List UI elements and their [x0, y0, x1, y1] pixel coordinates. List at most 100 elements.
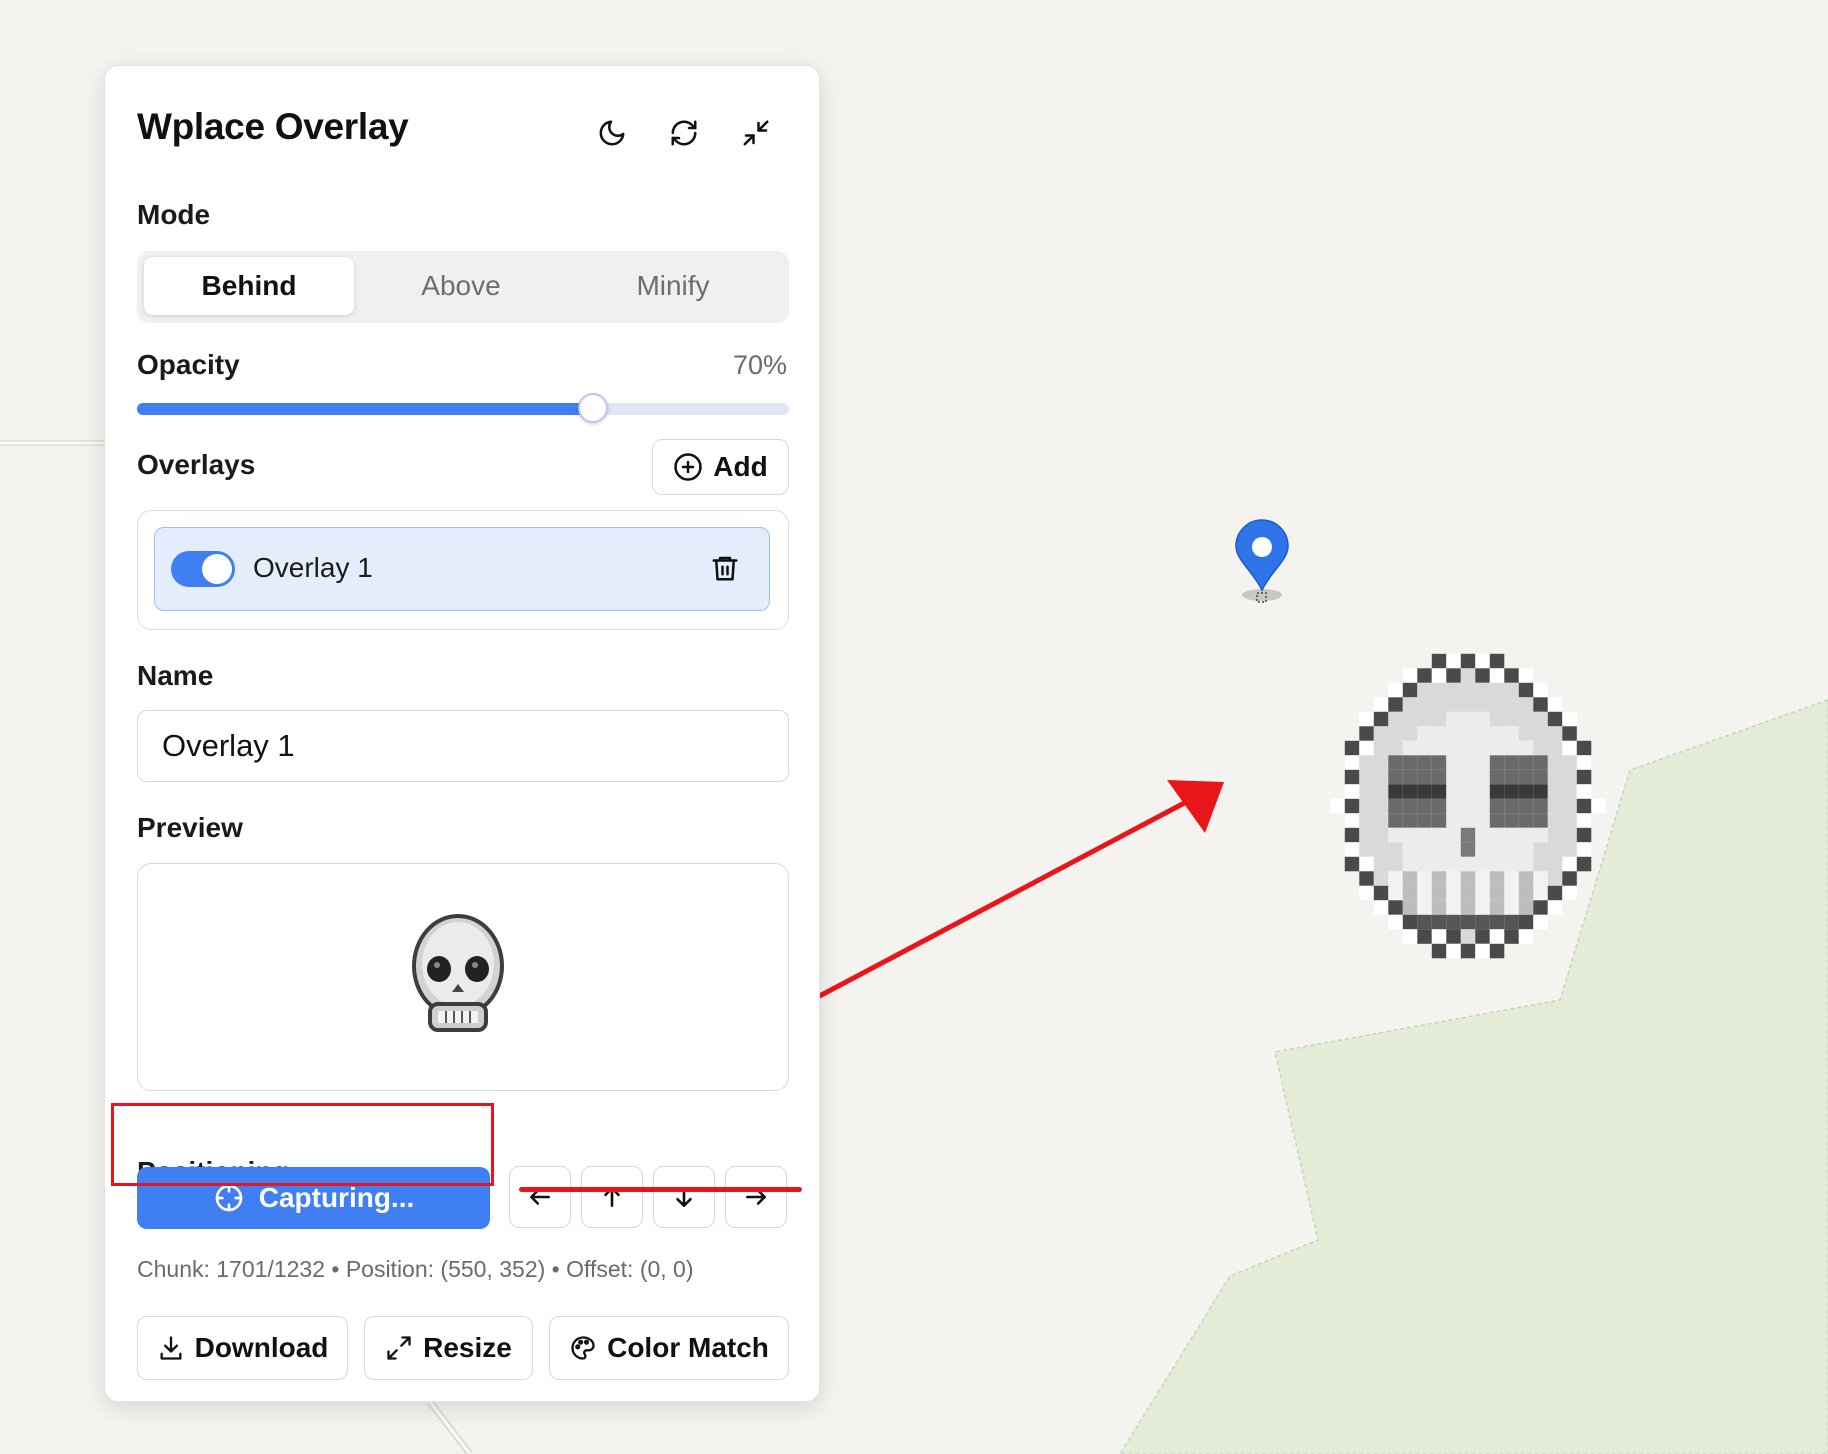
skull-pixel	[1460, 914, 1476, 930]
skull-pixel	[1475, 871, 1490, 886]
skull-pixel	[1446, 856, 1461, 872]
skull-pixel	[1576, 827, 1592, 843]
skull-pixel	[1460, 856, 1476, 872]
skull-pixel	[1359, 827, 1374, 843]
resize-button[interactable]: Resize	[364, 1316, 533, 1380]
skull-pixel	[1388, 697, 1403, 712]
mode-option-behind[interactable]: Behind	[144, 257, 354, 315]
skull-pixel	[1373, 885, 1389, 901]
skull-pixel	[1547, 726, 1563, 741]
location-pin-icon[interactable]	[1235, 519, 1289, 603]
skull-pixel	[1576, 842, 1592, 857]
skull-pixel	[1388, 711, 1403, 727]
skull-pixel	[1431, 900, 1447, 915]
skull-pixel	[1562, 755, 1577, 770]
skull-pixel	[1373, 871, 1389, 886]
skull-pixel	[1446, 943, 1461, 959]
skull-pixel	[1460, 929, 1476, 944]
skull-pixel	[1388, 856, 1403, 872]
overlay-name-input[interactable]	[137, 710, 789, 782]
skull-pixel	[1344, 740, 1360, 756]
skull-pixel	[1417, 740, 1432, 756]
skull-pixel	[1547, 740, 1563, 756]
skull-pixel	[1547, 900, 1563, 915]
nudge-down-button[interactable]	[653, 1166, 715, 1228]
skull-pixel	[1489, 943, 1505, 959]
opacity-slider-thumb[interactable]	[578, 393, 609, 423]
delete-overlay-button[interactable]	[707, 550, 743, 586]
skull-pixel	[1547, 842, 1563, 857]
opacity-label: Opacity	[137, 349, 240, 380]
skull-pixel	[1446, 827, 1461, 843]
skull-pixel	[1402, 755, 1418, 770]
skull-pixel	[1489, 711, 1505, 727]
skull-pixel	[1576, 740, 1592, 756]
minimize-panel-button[interactable]	[729, 106, 783, 160]
skull-pixel	[1417, 697, 1432, 712]
skull-pixel	[1460, 726, 1476, 741]
skull-pixel	[1547, 885, 1563, 901]
skull-pixel	[1460, 711, 1476, 727]
overlay-list-item[interactable]: Overlay 1	[154, 527, 770, 611]
skull-pixel	[1460, 769, 1476, 785]
skull-pixel	[1359, 711, 1374, 727]
skull-pixel	[1417, 769, 1432, 785]
download-button[interactable]: Download	[137, 1316, 348, 1380]
color-match-button[interactable]: Color Match	[549, 1316, 789, 1380]
skull-pixel	[1359, 813, 1374, 828]
skull-pixel	[1344, 798, 1360, 814]
overlays-list: Overlay 1	[137, 510, 789, 630]
skull-pixel	[1475, 668, 1490, 683]
plus-circle-icon	[674, 453, 703, 481]
theme-toggle-button[interactable]	[585, 106, 639, 160]
mode-option-minify[interactable]: Minify	[568, 257, 778, 315]
skull-pixel	[1489, 827, 1505, 843]
skull-pixel	[1475, 784, 1490, 799]
skull-pixel	[1489, 697, 1505, 712]
skull-pixel	[1504, 900, 1519, 915]
map-pixel-overlay-skull	[1330, 653, 1606, 959]
skull-pixel	[1446, 726, 1461, 741]
skull-pixel	[1446, 885, 1461, 901]
skull-pixel	[1446, 711, 1461, 727]
preview-label: Preview	[137, 812, 243, 843]
position-status-text: Chunk: 1701/1232 • Position: (550, 352) …	[137, 1256, 694, 1282]
skull-pixel	[1373, 755, 1389, 770]
toggle-knob	[202, 554, 232, 584]
skull-pixel	[1475, 943, 1490, 959]
annotation-underline	[519, 1187, 802, 1192]
skull-pixel	[1431, 711, 1447, 727]
refresh-button[interactable]	[657, 106, 711, 160]
nudge-left-button[interactable]	[509, 1166, 571, 1228]
skull-pixel	[1518, 668, 1534, 683]
mode-option-above[interactable]: Above	[356, 257, 566, 315]
skull-pixel	[1533, 856, 1548, 872]
opacity-slider[interactable]	[137, 393, 789, 423]
skull-pixel	[1533, 769, 1548, 785]
skull-pixel	[1475, 798, 1490, 814]
add-overlay-button[interactable]: Add	[652, 439, 789, 495]
skull-pixel	[1388, 755, 1403, 770]
skull-pixel	[1446, 929, 1461, 944]
skull-pixel	[1417, 885, 1432, 901]
skull-pixel	[1475, 842, 1490, 857]
skull-pixel	[1518, 842, 1534, 857]
skull-pixel	[1562, 798, 1577, 814]
overlay-enabled-toggle[interactable]	[171, 551, 235, 587]
skull-pixel	[1533, 697, 1548, 712]
skull-pixel	[1431, 784, 1447, 799]
skull-pixel	[1373, 784, 1389, 799]
skull-pixel	[1359, 871, 1374, 886]
skull-pixel	[1431, 929, 1447, 944]
skull-pixel	[1446, 769, 1461, 785]
skull-pixel	[1431, 653, 1447, 669]
skull-pixel	[1373, 711, 1389, 727]
skull-pixel	[1504, 842, 1519, 857]
skull-pixel	[1576, 769, 1592, 785]
nudge-right-button[interactable]	[725, 1166, 787, 1228]
skull-pixel	[1504, 813, 1519, 828]
skull-pixel	[1417, 929, 1432, 944]
skull-pixel	[1330, 798, 1345, 814]
skull-pixel	[1460, 668, 1476, 683]
nudge-up-button[interactable]	[581, 1166, 643, 1228]
